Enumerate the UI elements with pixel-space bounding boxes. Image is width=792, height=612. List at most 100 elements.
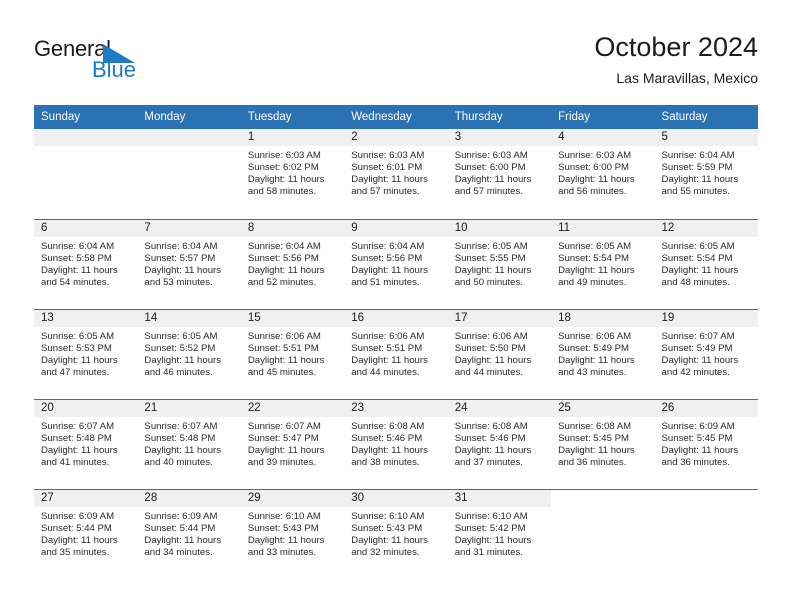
sunset-text: Sunset: 5:52 PM	[144, 342, 216, 354]
sunrise-text: Sunrise: 6:08 AM	[558, 420, 632, 432]
sunset-text: Sunset: 6:01 PM	[351, 162, 423, 174]
sunrise-text: Sunrise: 6:07 AM	[661, 330, 735, 342]
logo-text-blue: Blue	[92, 57, 137, 82]
sunset-text: Sunset: 5:55 PM	[454, 252, 526, 264]
calendar-day-cell[interactable]: 7 Sunrise: 6:04 AM Sunset: 5:57 PM Daylight…	[137, 218, 241, 309]
calendar-day-cell[interactable]: 5 Sunrise: 6:04 AM Sunset: 5:59 PM Daylight…	[654, 129, 758, 219]
calendar-day-cell[interactable]: 16 Sunrise: 6:06 AM Sunset: 5:51 PM Dayligh…	[344, 308, 448, 399]
calendar-cell-empty	[137, 129, 241, 219]
calendar-day-cell[interactable]: 13 Sunrise: 6:05 AM Sunset: 5:53 PM Dayligh…	[34, 308, 138, 399]
calendar-day-cell[interactable]: 31 Sunrise: 6:10 AM Sunset: 5:42 PM Dayligh…	[447, 488, 552, 579]
calendar-day-cell[interactable]: 1 Sunrise: 6:03 AM Sunset: 6:02 PM Daylight…	[240, 129, 345, 219]
day-details: Sunrise: 6:10 AM Sunset: 5:43 PM Daylight:…	[241, 507, 344, 559]
calendar-day-cell[interactable]: 22 Sunrise: 6:07 AM Sunset: 5:47 PM Dayligh…	[240, 398, 345, 489]
page-subtitle: Las Maravillas, Mexico	[616, 70, 758, 86]
calendar-day-cell[interactable]: 30 Sunrise: 6:10 AM Sunset: 5:43 PM Dayligh…	[344, 488, 448, 579]
day-details: Sunrise: 6:08 AM Sunset: 5:46 PM Daylight:…	[448, 417, 551, 469]
calendar-day-cell[interactable]: 12 Sunrise: 6:05 AM Sunset: 5:54 PM Dayligh…	[654, 218, 758, 309]
day-details: Sunrise: 6:06 AM Sunset: 5:51 PM Daylight:…	[344, 327, 447, 379]
daylight-text: Daylight: 11 hours and 32 minutes.	[351, 534, 428, 558]
sunset-text: Sunset: 5:51 PM	[351, 342, 423, 354]
weekday-header-friday: Friday	[551, 105, 655, 129]
calendar-day-cell[interactable]: 17 Sunrise: 6:06 AM Sunset: 5:50 PM Dayligh…	[447, 308, 552, 399]
weekday-header-sunday: Sunday	[34, 105, 138, 129]
weekday-header-monday: Monday	[137, 105, 241, 129]
sunrise-text: Sunrise: 6:05 AM	[144, 330, 218, 342]
calendar-week-row: 27 Sunrise: 6:09 AM Sunset: 5:44 PM Dayligh…	[34, 488, 758, 579]
daylight-text: Daylight: 11 hours and 53 minutes.	[144, 264, 222, 288]
calendar-day-cell[interactable]: 15 Sunrise: 6:06 AM Sunset: 5:51 PM Dayligh…	[240, 308, 345, 399]
calendar-body: 1 Sunrise: 6:03 AM Sunset: 6:02 PM Daylight…	[34, 129, 758, 579]
weekday-header-thursday: Thursday	[447, 105, 552, 129]
sunset-text: Sunset: 5:49 PM	[558, 342, 630, 354]
daylight-text: Daylight: 11 hours and 52 minutes.	[247, 264, 325, 288]
sunset-text: Sunset: 5:54 PM	[558, 252, 630, 264]
daylight-text: Daylight: 11 hours and 54 minutes.	[41, 264, 118, 288]
calendar-day-cell[interactable]: 20 Sunrise: 6:07 AM Sunset: 5:48 PM Dayligh…	[34, 398, 138, 489]
daylight-text: Daylight: 11 hours and 46 minutes.	[144, 354, 222, 378]
daylight-text: Daylight: 11 hours and 58 minutes.	[247, 174, 325, 198]
weekday-header-row: Sunday Monday Tuesday Wednesday Thursday Frid…	[34, 105, 758, 129]
daylight-text: Daylight: 11 hours and 33 minutes.	[247, 534, 325, 558]
sunset-text: Sunset: 6:02 PM	[247, 162, 319, 174]
calendar-day-cell[interactable]: 11 Sunrise: 6:05 AM Sunset: 5:54 PM Dayligh…	[551, 218, 655, 309]
sunrise-text: Sunrise: 6:07 AM	[41, 420, 115, 432]
day-number-placeholder	[137, 129, 241, 146]
weekday-header-saturday: Saturday	[654, 105, 758, 129]
daylight-text: Daylight: 11 hours and 40 minutes.	[144, 444, 222, 468]
day-details: Sunrise: 6:07 AM Sunset: 5:49 PM Daylight:…	[655, 327, 758, 379]
calendar-table: Sunday Monday Tuesday Wednesday Thursday Frid…	[34, 105, 758, 579]
day-number: 10	[447, 219, 552, 237]
sunrise-text: Sunrise: 6:03 AM	[247, 150, 321, 161]
calendar-day-cell[interactable]: 27 Sunrise: 6:09 AM Sunset: 5:44 PM Dayligh…	[34, 488, 138, 579]
day-details: Sunrise: 6:03 AM Sunset: 6:01 PM Daylight:…	[344, 146, 447, 198]
sunset-text: Sunset: 5:53 PM	[41, 342, 112, 354]
calendar-day-cell[interactable]: 6 Sunrise: 6:04 AM Sunset: 5:58 PM Daylight…	[34, 218, 138, 309]
sunset-text: Sunset: 5:45 PM	[661, 432, 733, 444]
calendar-day-cell[interactable]: 18 Sunrise: 6:06 AM Sunset: 5:49 PM Dayligh…	[551, 308, 655, 399]
calendar-day-cell[interactable]: 3 Sunrise: 6:03 AM Sunset: 6:00 PM Daylight…	[447, 129, 552, 219]
calendar-day-cell[interactable]: 29 Sunrise: 6:10 AM Sunset: 5:43 PM Dayligh…	[240, 488, 345, 579]
calendar-day-cell[interactable]: 26 Sunrise: 6:09 AM Sunset: 5:45 PM Dayligh…	[654, 398, 758, 489]
sunset-text: Sunset: 5:54 PM	[661, 252, 733, 264]
calendar-day-cell[interactable]: 23 Sunrise: 6:08 AM Sunset: 5:46 PM Dayligh…	[344, 398, 448, 489]
calendar-day-cell[interactable]: 28 Sunrise: 6:09 AM Sunset: 5:44 PM Dayligh…	[137, 488, 241, 579]
sunrise-text: Sunrise: 6:03 AM	[351, 150, 425, 161]
page-header: General Blue October 2024 Las Maravillas…	[34, 30, 758, 96]
calendar-day-cell[interactable]: 2 Sunrise: 6:03 AM Sunset: 6:01 PM Daylight…	[344, 129, 448, 219]
day-details: Sunrise: 6:07 AM Sunset: 5:48 PM Daylight:…	[137, 417, 240, 469]
calendar-day-cell[interactable]: 4 Sunrise: 6:03 AM Sunset: 6:00 PM Daylight…	[551, 129, 655, 219]
sunrise-text: Sunrise: 6:03 AM	[558, 150, 632, 161]
daylight-text: Daylight: 11 hours and 36 minutes.	[661, 444, 739, 468]
sunset-text: Sunset: 5:42 PM	[454, 522, 526, 534]
calendar-day-cell[interactable]: 9 Sunrise: 6:04 AM Sunset: 5:56 PM Daylight…	[344, 218, 448, 309]
calendar-day-cell[interactable]: 24 Sunrise: 6:08 AM Sunset: 5:46 PM Dayligh…	[447, 398, 552, 489]
calendar-day-cell[interactable]: 25 Sunrise: 6:08 AM Sunset: 5:45 PM Dayligh…	[551, 398, 655, 489]
calendar-day-cell[interactable]: 14 Sunrise: 6:05 AM Sunset: 5:52 PM Dayligh…	[137, 308, 241, 399]
day-number: 30	[344, 489, 448, 507]
general-blue-logo[interactable]: General Blue	[34, 36, 234, 92]
day-number: 11	[551, 219, 655, 237]
sunrise-text: Sunrise: 6:05 AM	[661, 240, 735, 252]
day-number: 27	[34, 489, 138, 507]
day-number: 8	[240, 219, 345, 237]
sunrise-text: Sunrise: 6:06 AM	[454, 330, 528, 342]
daylight-text: Daylight: 11 hours and 57 minutes.	[351, 174, 428, 198]
calendar-day-cell[interactable]: 19 Sunrise: 6:07 AM Sunset: 5:49 PM Dayligh…	[654, 308, 758, 399]
day-number: 26	[654, 399, 758, 417]
day-number: 5	[654, 129, 758, 146]
sunrise-text: Sunrise: 6:05 AM	[41, 330, 115, 342]
sunrise-text: Sunrise: 6:10 AM	[247, 510, 321, 522]
daylight-text: Daylight: 11 hours and 41 minutes.	[41, 444, 118, 468]
daylight-text: Daylight: 11 hours and 43 minutes.	[558, 354, 635, 378]
sunrise-text: Sunrise: 6:10 AM	[351, 510, 425, 522]
calendar-day-cell[interactable]: 21 Sunrise: 6:07 AM Sunset: 5:48 PM Dayligh…	[137, 398, 241, 489]
calendar-day-cell[interactable]: 8 Sunrise: 6:04 AM Sunset: 5:56 PM Daylight…	[240, 218, 345, 309]
sunrise-text: Sunrise: 6:06 AM	[558, 330, 632, 342]
sunrise-text: Sunrise: 6:06 AM	[247, 330, 321, 342]
calendar-day-cell[interactable]: 10 Sunrise: 6:05 AM Sunset: 5:55 PM Dayligh…	[447, 218, 552, 309]
day-details: Sunrise: 6:03 AM Sunset: 6:00 PM Daylight:…	[551, 146, 654, 198]
day-number: 2	[344, 129, 448, 146]
daylight-text: Daylight: 11 hours and 51 minutes.	[351, 264, 428, 288]
page-title: October 2024	[594, 32, 758, 62]
